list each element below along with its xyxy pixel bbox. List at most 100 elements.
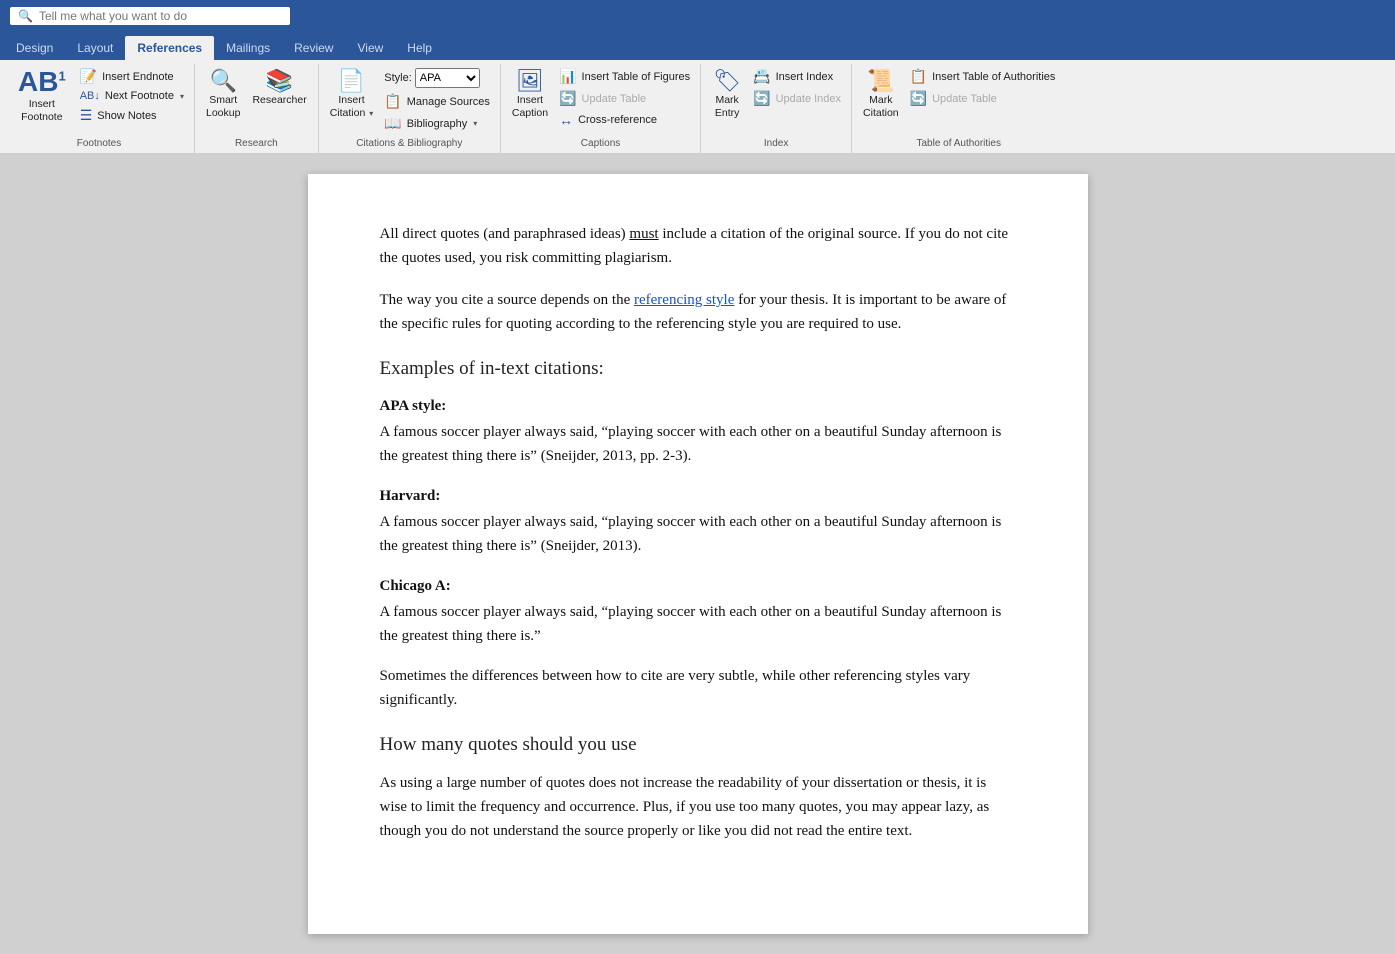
ribbon-group-toa: 📜 MarkCitation 📋 Insert Table of Authori… bbox=[852, 64, 1065, 153]
insert-footnote-icon: AB1 bbox=[18, 68, 66, 96]
insert-table-figures-label: Insert Table of Figures bbox=[582, 71, 691, 83]
research-buttons: 🔍 SmartLookup 📚 Researcher bbox=[201, 66, 312, 134]
referencing-style-link[interactable]: referencing style bbox=[634, 292, 734, 308]
tab-help[interactable]: Help bbox=[395, 36, 444, 60]
manage-sources-label: Manage Sources bbox=[407, 96, 490, 108]
mark-citation-button[interactable]: 📜 MarkCitation bbox=[858, 66, 904, 123]
chicago-style-label: Chicago A: bbox=[380, 574, 1016, 598]
manage-sources-icon: 📋 bbox=[384, 93, 401, 110]
insert-citation-label: InsertCitation ▾ bbox=[330, 94, 374, 119]
tab-layout[interactable]: Layout bbox=[65, 36, 125, 60]
citations-group-label: Citations & Bibliography bbox=[325, 134, 494, 149]
harvard-style-example: A famous soccer player always said, “pla… bbox=[380, 510, 1016, 558]
apa-style-label: APA style: bbox=[380, 394, 1016, 418]
insert-citation-button[interactable]: 📄 InsertCitation ▾ bbox=[325, 66, 379, 123]
update-index-button[interactable]: 🔄 Update Index bbox=[749, 88, 845, 109]
paragraph-how-many: As using a large number of quotes does n… bbox=[380, 771, 1016, 843]
show-notes-button[interactable]: ☰ Show Notes bbox=[76, 105, 188, 126]
cross-reference-icon: ↔ bbox=[559, 112, 573, 128]
insert-endnote-button[interactable]: 📝 Insert Endnote bbox=[76, 66, 188, 87]
harvard-style-label: Harvard: bbox=[380, 484, 1016, 508]
index-small-stack: 📇 Insert Index 🔄 Update Index bbox=[749, 66, 845, 109]
footnotes-group-label: Footnotes bbox=[10, 134, 188, 149]
mark-citation-label: MarkCitation bbox=[863, 94, 899, 119]
insert-table-of-figures-button[interactable]: 📊 Insert Table of Figures bbox=[555, 66, 694, 87]
insert-footnote-label: InsertFootnote bbox=[21, 98, 62, 123]
footnotes-buttons: AB1 InsertFootnote 📝 Insert Endnote AB↓ … bbox=[10, 66, 188, 134]
next-footnote-icon: AB↓ bbox=[80, 90, 100, 102]
insert-endnote-icon: 📝 bbox=[80, 68, 97, 85]
bibliography-icon: 📖 bbox=[384, 115, 401, 132]
insert-index-icon: 📇 bbox=[753, 68, 770, 85]
smart-lookup-icon: 🔍 bbox=[210, 70, 237, 92]
search-box[interactable]: 🔍 Tell me what you want to do bbox=[10, 7, 290, 25]
insert-caption-icon: 🖼 bbox=[516, 70, 544, 92]
update-index-label: Update Index bbox=[776, 93, 841, 105]
update-toa-icon: 🔄 bbox=[910, 90, 927, 107]
ribbon-group-captions: 🖼 InsertCaption 📊 Insert Table of Figure… bbox=[501, 64, 701, 153]
paragraph-2: The way you cite a source depends on the… bbox=[380, 288, 1016, 336]
insert-caption-label: InsertCaption bbox=[512, 94, 548, 119]
bibliography-button[interactable]: 📖 Bibliography ▾ bbox=[380, 113, 494, 134]
style-row: Style: APA MLA Chicago Harvard bbox=[380, 66, 494, 90]
next-footnote-label: Next Footnote bbox=[105, 90, 174, 102]
heading-examples: Examples of in-text citations: bbox=[380, 354, 1016, 384]
researcher-label: Researcher bbox=[252, 94, 306, 107]
cross-reference-button[interactable]: ↔ Cross-reference bbox=[555, 110, 694, 130]
mark-entry-button[interactable]: 🏷 MarkEntry bbox=[707, 66, 747, 123]
ribbon-group-footnotes: AB1 InsertFootnote 📝 Insert Endnote AB↓ … bbox=[4, 64, 195, 153]
toa-buttons: 📜 MarkCitation 📋 Insert Table of Authori… bbox=[858, 66, 1059, 134]
citations-buttons: 📄 InsertCitation ▾ Style: APA MLA Chicag… bbox=[325, 66, 494, 134]
captions-small-stack: 📊 Insert Table of Figures 🔄 Update Table… bbox=[555, 66, 694, 130]
bibliography-dropdown: ▾ bbox=[473, 119, 477, 128]
bibliography-label: Bibliography bbox=[407, 118, 468, 130]
tab-row: Design Layout References Mailings Review… bbox=[0, 32, 1395, 60]
manage-sources-button[interactable]: 📋 Manage Sources bbox=[380, 91, 494, 112]
index-group-label: Index bbox=[707, 134, 845, 149]
update-table-captions-button[interactable]: 🔄 Update Table bbox=[555, 88, 694, 109]
captions-buttons: 🖼 InsertCaption 📊 Insert Table of Figure… bbox=[507, 66, 694, 134]
insert-table-authorities-button[interactable]: 📋 Insert Table of Authorities bbox=[906, 66, 1060, 87]
tab-view[interactable]: View bbox=[345, 36, 395, 60]
search-icon: 🔍 bbox=[18, 9, 33, 23]
insert-toa-label: Insert Table of Authorities bbox=[932, 71, 1055, 83]
apa-style-example: A famous soccer player always said, “pla… bbox=[380, 420, 1016, 468]
ribbon: AB1 InsertFootnote 📝 Insert Endnote AB↓ … bbox=[0, 60, 1395, 154]
insert-index-label: Insert Index bbox=[776, 71, 833, 83]
next-footnote-button[interactable]: AB↓ Next Footnote ▾ bbox=[76, 88, 188, 104]
document-area: All direct quotes (and paraphrased ideas… bbox=[0, 154, 1395, 954]
heading-how-many: How many quotes should you use bbox=[380, 730, 1016, 760]
paragraph-subtle: Sometimes the differences between how to… bbox=[380, 664, 1016, 712]
captions-group-label: Captions bbox=[507, 134, 694, 149]
cross-reference-label: Cross-reference bbox=[578, 114, 657, 126]
show-notes-icon: ☰ bbox=[80, 107, 93, 124]
insert-index-button[interactable]: 📇 Insert Index bbox=[749, 66, 845, 87]
paragraph-1: All direct quotes (and paraphrased ideas… bbox=[380, 222, 1016, 270]
tab-design[interactable]: Design bbox=[4, 36, 65, 60]
insert-endnote-label: Insert Endnote bbox=[102, 71, 174, 83]
tab-mailings[interactable]: Mailings bbox=[214, 36, 282, 60]
chicago-style-example: A famous soccer player always said, “pla… bbox=[380, 600, 1016, 648]
mark-entry-icon: 🏷 bbox=[713, 70, 741, 92]
smart-lookup-button[interactable]: 🔍 SmartLookup bbox=[201, 66, 245, 123]
insert-footnote-button[interactable]: AB1 InsertFootnote bbox=[10, 66, 74, 125]
update-table-auth-button[interactable]: 🔄 Update Table bbox=[906, 88, 1060, 109]
search-placeholder: Tell me what you want to do bbox=[39, 9, 187, 23]
insert-caption-button[interactable]: 🖼 InsertCaption bbox=[507, 66, 553, 123]
tab-review[interactable]: Review bbox=[282, 36, 345, 60]
footnotes-small-stack: 📝 Insert Endnote AB↓ Next Footnote ▾ ☰ S… bbox=[76, 66, 188, 126]
mark-citation-icon: 📜 bbox=[867, 70, 894, 92]
tab-references[interactable]: References bbox=[125, 36, 214, 60]
ribbon-group-citations: 📄 InsertCitation ▾ Style: APA MLA Chicag… bbox=[319, 64, 501, 153]
document-page[interactable]: All direct quotes (and paraphrased ideas… bbox=[308, 174, 1088, 934]
update-index-icon: 🔄 bbox=[753, 90, 770, 107]
insert-table-figures-icon: 📊 bbox=[559, 68, 576, 85]
researcher-button[interactable]: 📚 Researcher bbox=[247, 66, 311, 111]
mark-entry-label: MarkEntry bbox=[715, 94, 740, 119]
update-table-captions-label: Update Table bbox=[582, 93, 647, 105]
style-select[interactable]: APA MLA Chicago Harvard bbox=[415, 68, 480, 88]
researcher-icon: 📚 bbox=[266, 70, 293, 92]
update-table-captions-icon: 🔄 bbox=[559, 90, 576, 107]
show-notes-label: Show Notes bbox=[97, 110, 156, 122]
toa-small-stack: 📋 Insert Table of Authorities 🔄 Update T… bbox=[906, 66, 1060, 109]
